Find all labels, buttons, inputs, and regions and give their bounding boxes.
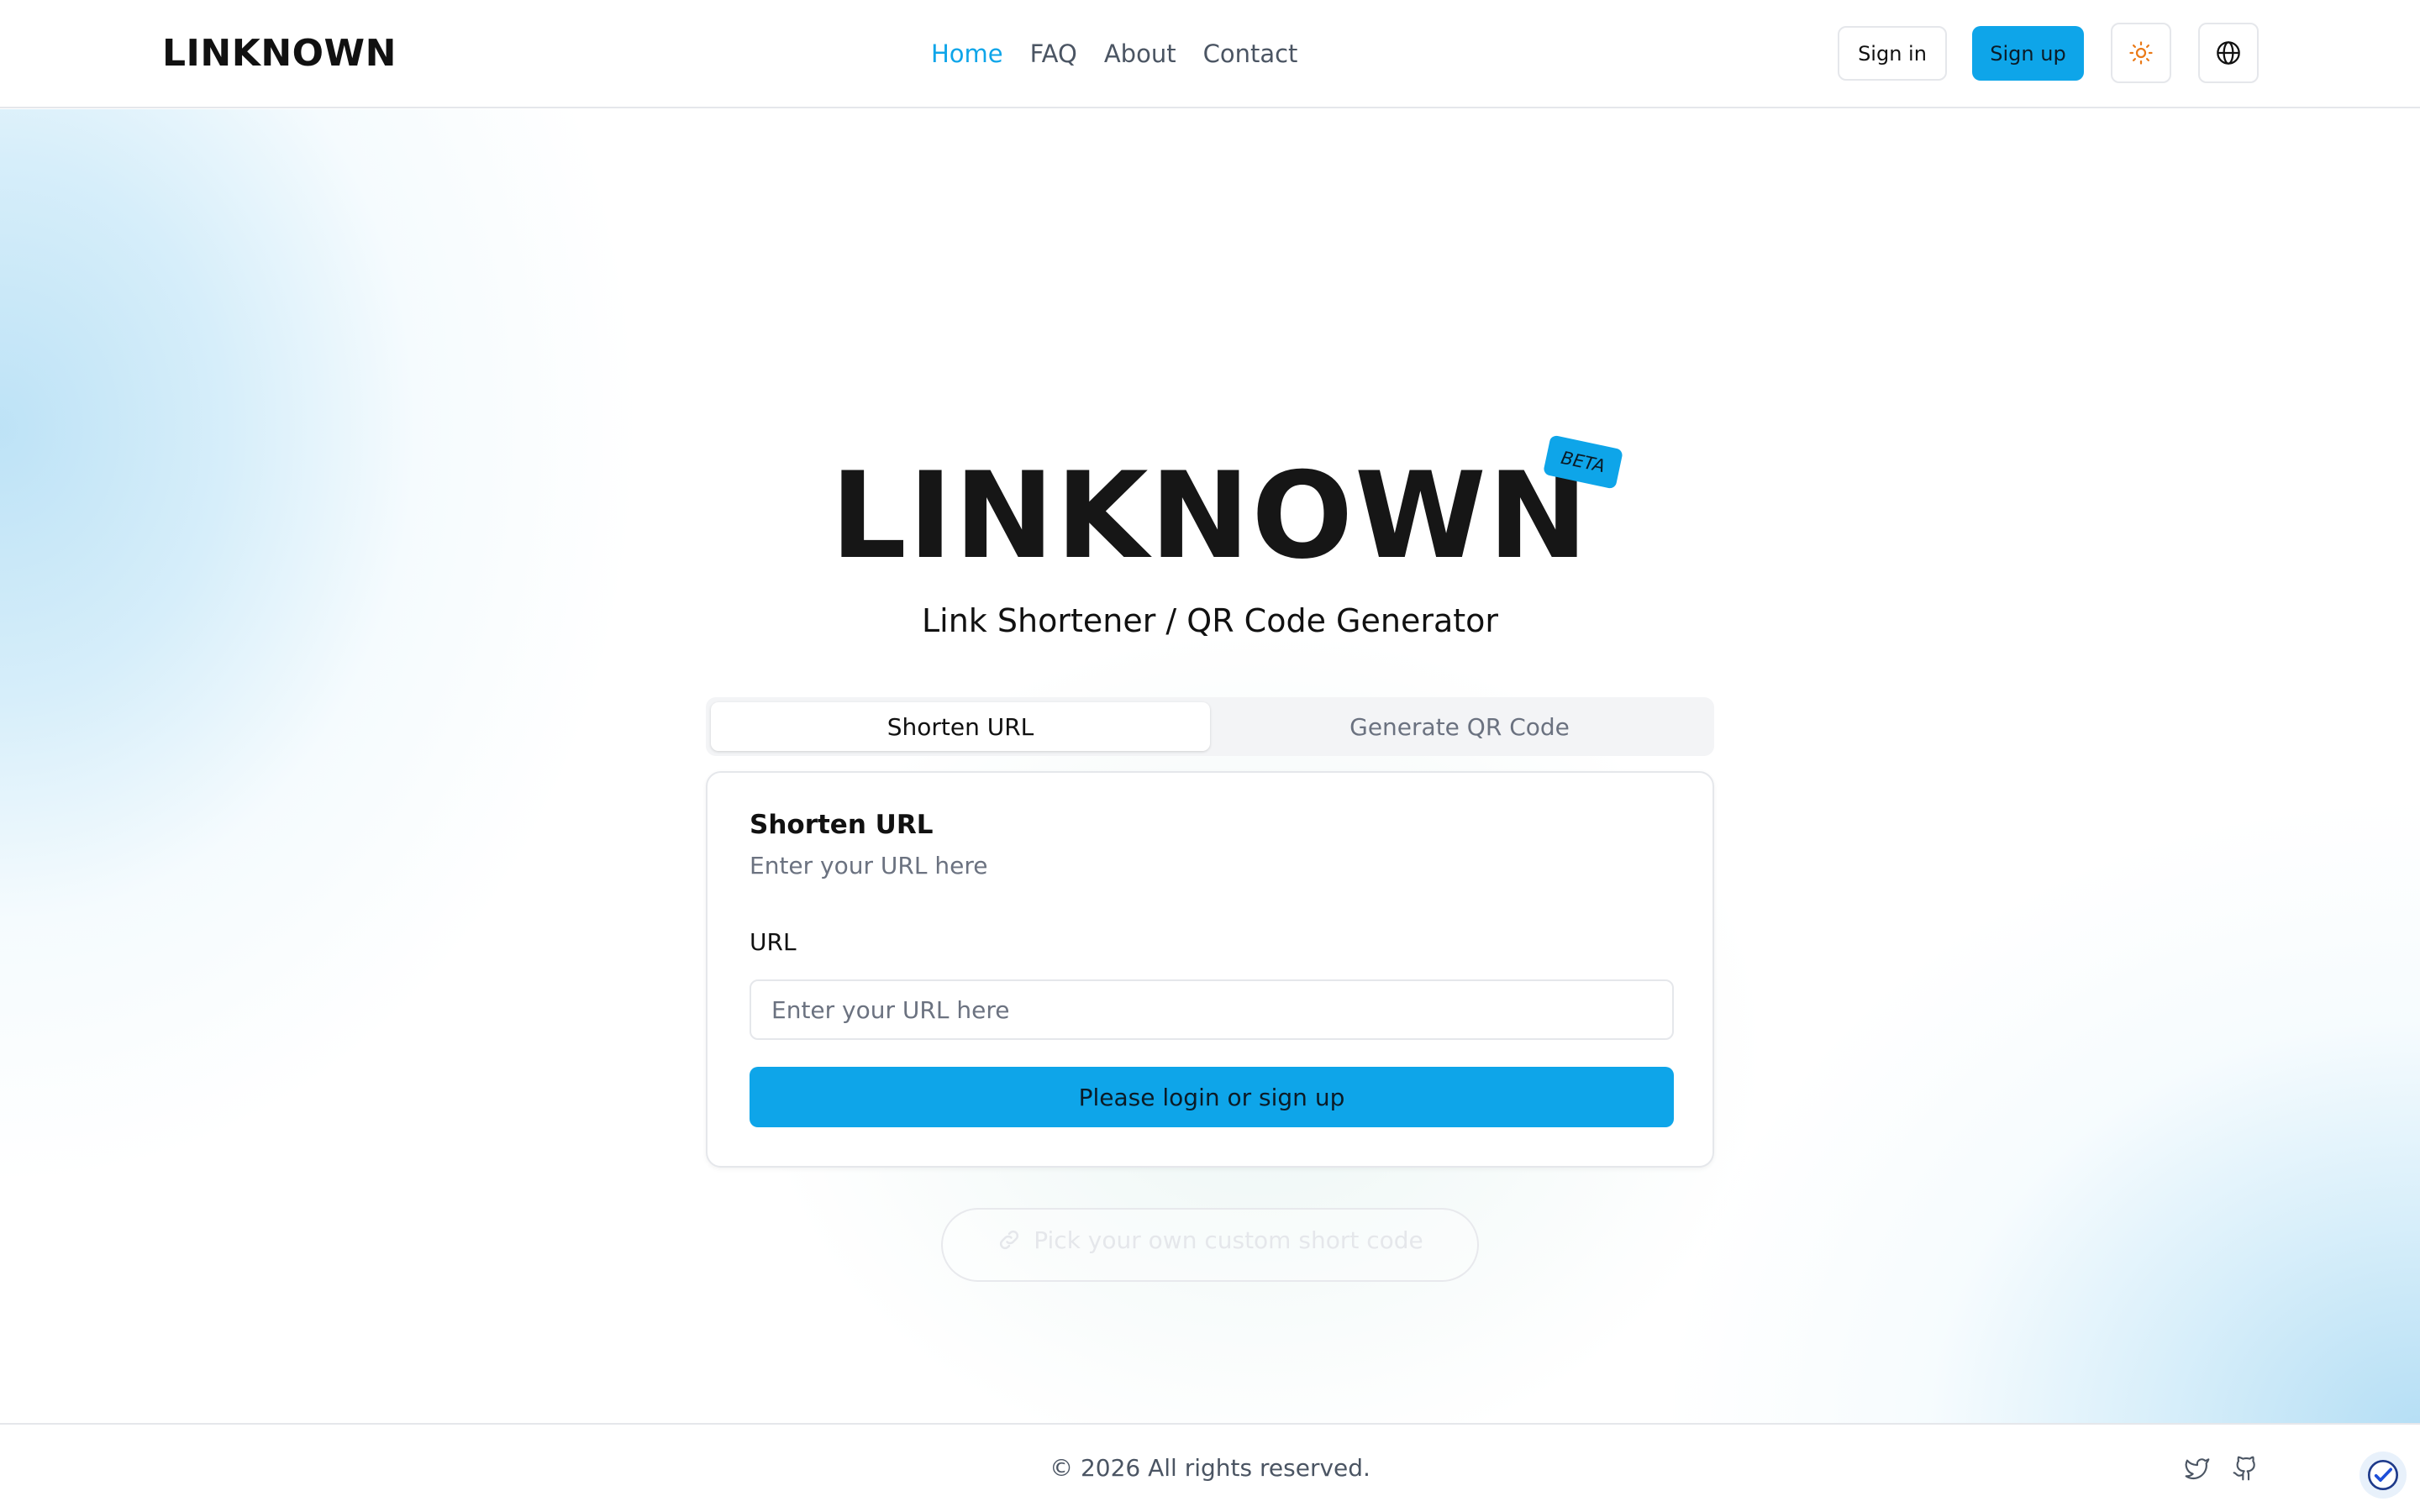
hero-subtitle: Link Shortener / QR Code Generator bbox=[921, 602, 1499, 639]
twitter-link[interactable] bbox=[2182, 1453, 2212, 1483]
site-logo[interactable]: LINKNOWN bbox=[162, 34, 397, 74]
nav-home[interactable]: Home bbox=[931, 35, 1003, 72]
url-input[interactable] bbox=[750, 979, 1674, 1040]
hero-title: LINKNOWN bbox=[830, 447, 1590, 585]
shorten-url-card: Shorten URL Enter your URL here URL Plea… bbox=[706, 771, 1714, 1168]
twitter-icon bbox=[2185, 1458, 2210, 1480]
theme-toggle-button[interactable] bbox=[2111, 23, 2171, 83]
custom-short-code-button[interactable]: Pick your own custom short code bbox=[941, 1208, 1479, 1282]
language-button[interactable] bbox=[2198, 23, 2259, 83]
site-footer: © 2026 All rights reserved. bbox=[0, 1423, 2420, 1512]
url-field-label: URL bbox=[750, 928, 797, 956]
sun-icon bbox=[2129, 41, 2153, 65]
card-title: Shorten URL bbox=[750, 810, 934, 840]
nav-faq[interactable]: FAQ bbox=[1030, 35, 1077, 72]
github-icon bbox=[2233, 1456, 2255, 1481]
nav-about[interactable]: About bbox=[1104, 35, 1176, 72]
site-header: LINKNOWN Home FAQ About Contact Sign in … bbox=[0, 0, 2420, 108]
custom-short-code-label: Pick your own custom short code bbox=[1034, 1226, 1423, 1254]
check-badge-icon bbox=[2368, 1460, 2398, 1490]
globe-icon bbox=[2217, 41, 2240, 65]
verified-shield-icon[interactable] bbox=[2360, 1452, 2407, 1499]
copyright-text: © 2026 All rights reserved. bbox=[1050, 1454, 1370, 1482]
tab-shorten-url[interactable]: Shorten URL bbox=[711, 702, 1210, 751]
link-icon bbox=[1000, 1230, 1019, 1250]
hero-section: LINKNOWN BETA Link Shortener / QR Code G… bbox=[0, 109, 2420, 1423]
sign-in-button[interactable]: Sign in bbox=[1838, 26, 1947, 81]
tab-generate-qr-code[interactable]: Generate QR Code bbox=[1210, 702, 1709, 751]
nav-contact[interactable]: Contact bbox=[1203, 35, 1298, 72]
card-description: Enter your URL here bbox=[750, 852, 988, 879]
sign-up-button[interactable]: Sign up bbox=[1972, 26, 2084, 81]
mode-tabs: Shorten URL Generate QR Code bbox=[706, 697, 1714, 756]
main-nav: Home FAQ About Contact bbox=[931, 35, 1297, 72]
github-link[interactable] bbox=[2230, 1453, 2260, 1483]
login-or-signup-button[interactable]: Please login or sign up bbox=[750, 1067, 1674, 1127]
